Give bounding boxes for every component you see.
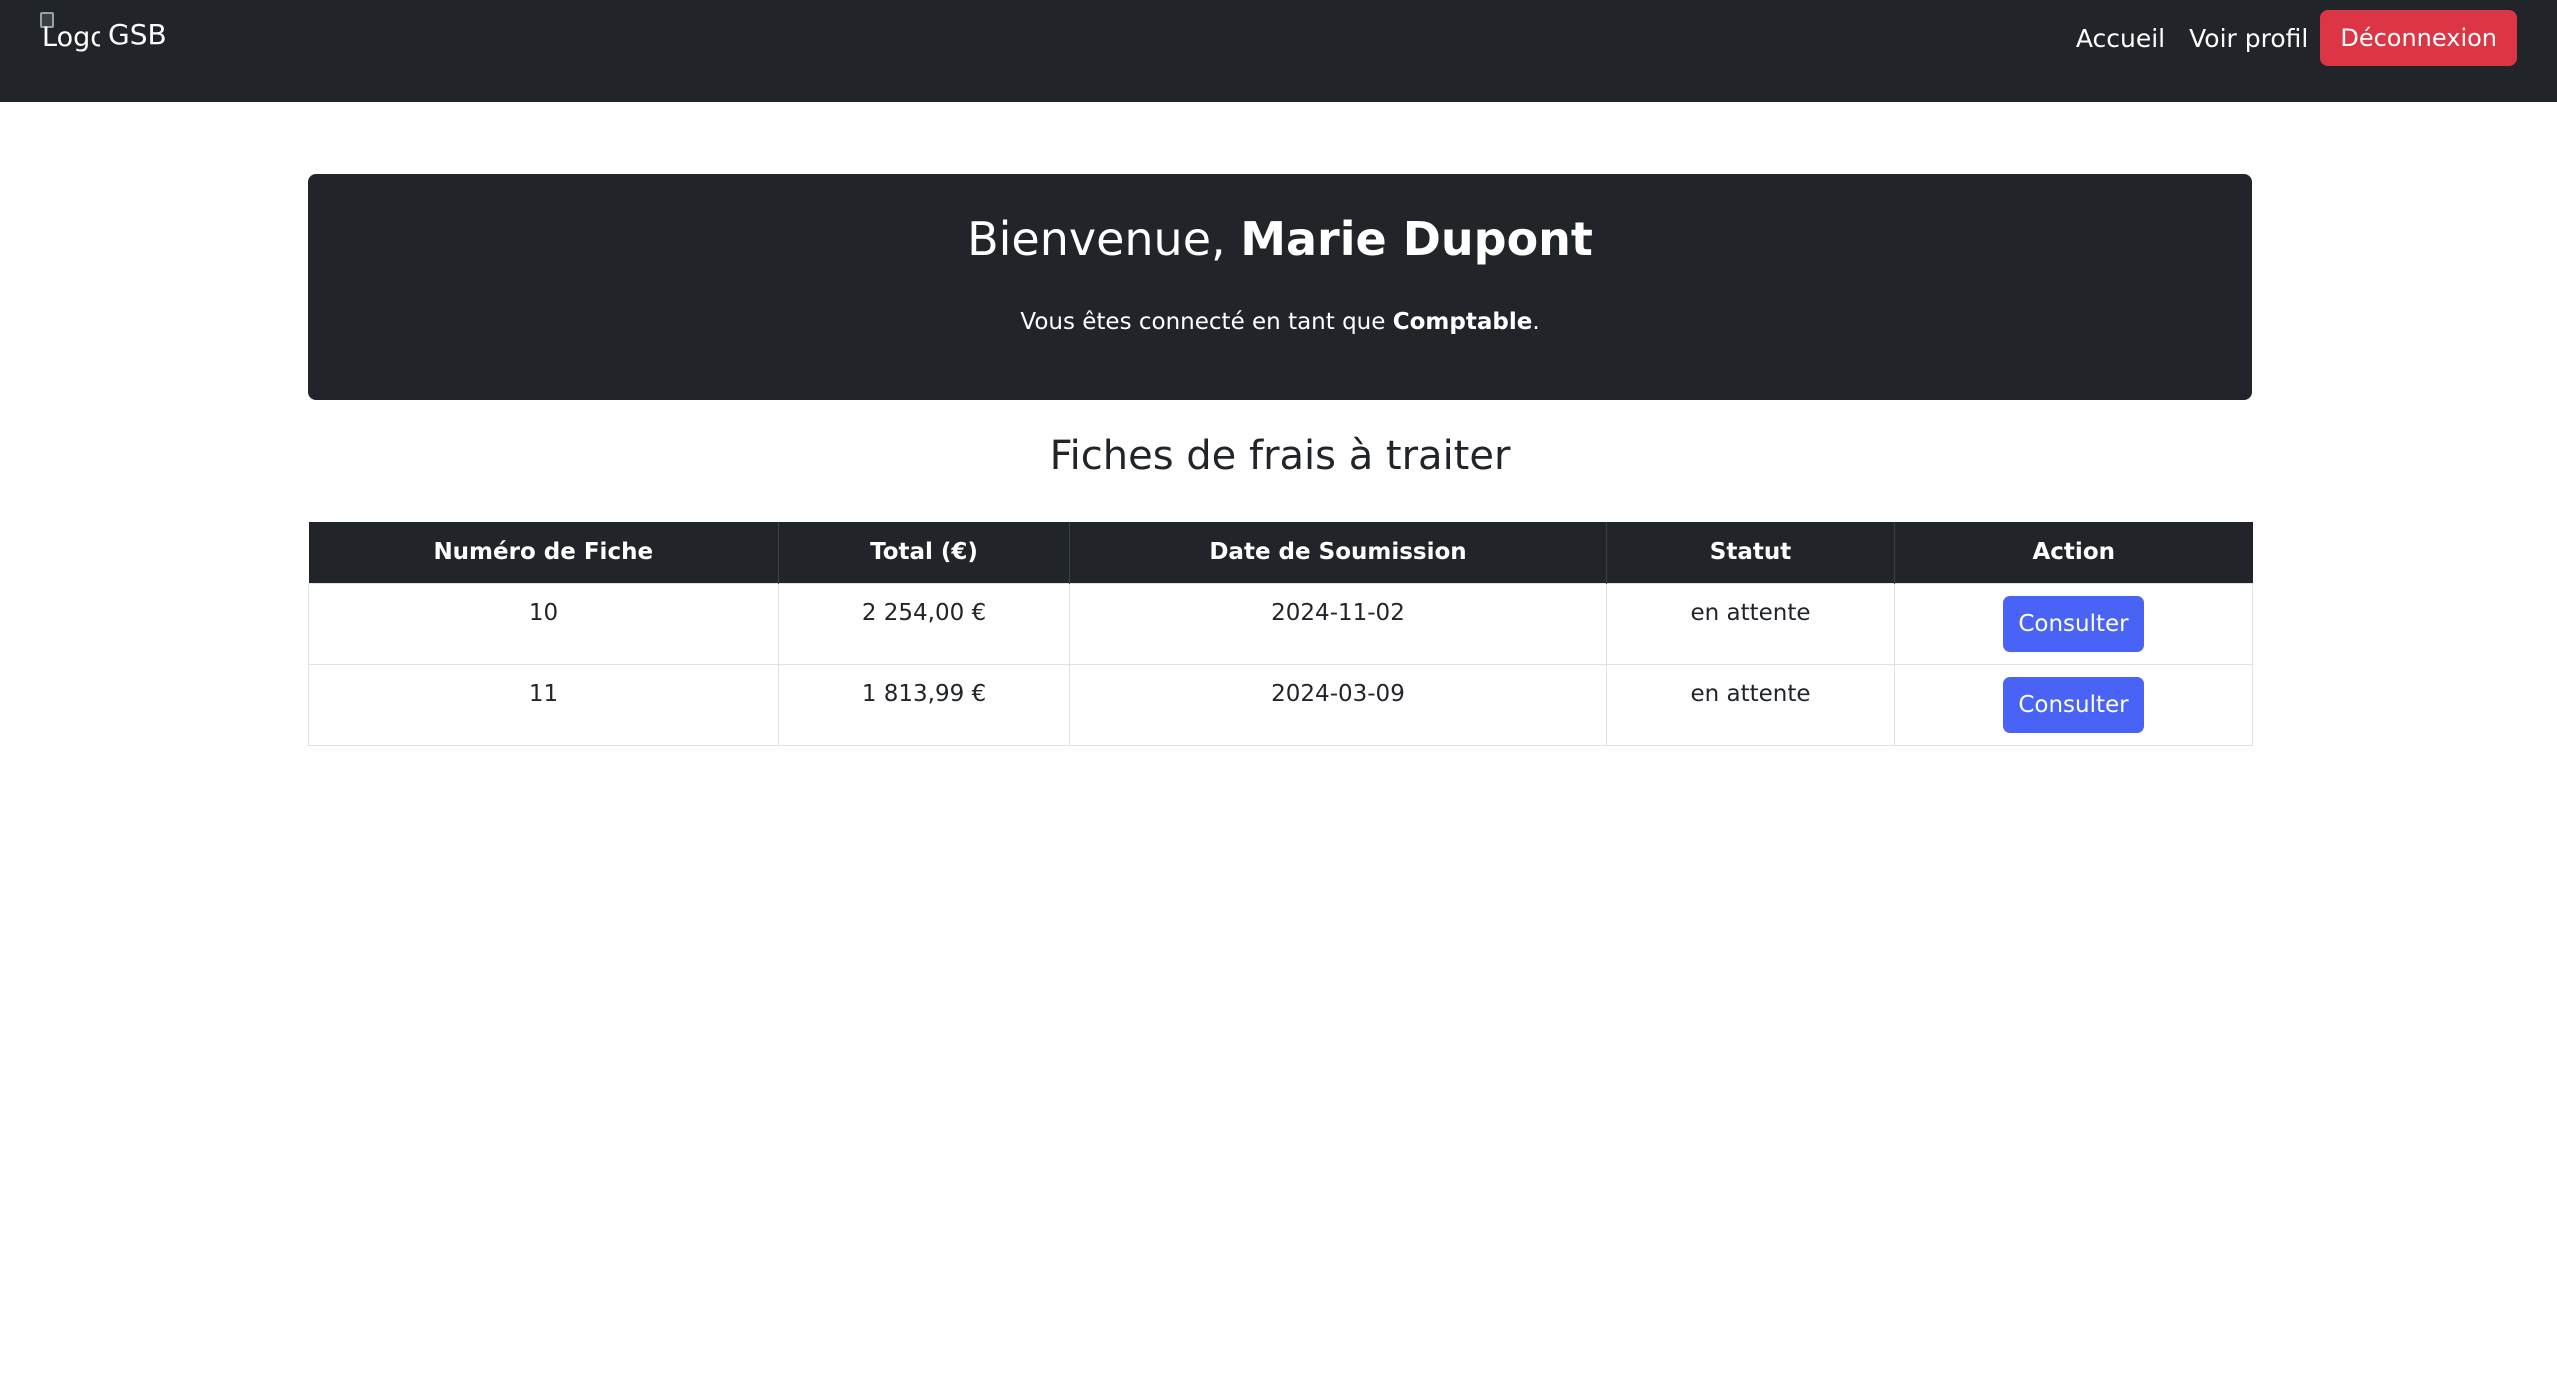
- user-role: Comptable: [1392, 309, 1533, 335]
- consult-button[interactable]: Consulter: [2003, 595, 2144, 652]
- cell-date: 2024-11-02: [1069, 582, 1607, 665]
- logo-alt-text: Logo: [42, 22, 100, 53]
- nav-link-profile[interactable]: Voir profil: [2189, 24, 2308, 53]
- cell-total: 1 813,99 €: [778, 663, 1070, 746]
- welcome-title: Bienvenue, Marie Dupont: [308, 212, 2252, 267]
- cell-date: 2024-03-09: [1069, 663, 1607, 746]
- cell-numero: 10: [308, 582, 779, 665]
- expense-table-container: Numéro de Fiche Total (€) Date de Soumis…: [308, 522, 2253, 746]
- cell-action: Consulter: [1894, 582, 2253, 665]
- role-suffix: .: [1532, 309, 1540, 335]
- table-row: 10 2 254,00 € 2024-11-02 en attente Cons…: [308, 582, 2253, 665]
- section-title: Fiches de frais à traiter: [1049, 433, 1511, 479]
- cell-total: 2 254,00 €: [778, 582, 1070, 665]
- welcome-banner: Bienvenue, Marie Dupont Vous êtes connec…: [308, 174, 2252, 400]
- table-header: Numéro de Fiche Total (€) Date de Soumis…: [308, 522, 2253, 583]
- cell-statut: en attente: [1606, 663, 1895, 746]
- navbar-brand[interactable]: Logo GSB: [40, 12, 167, 60]
- cell-action: Consulter: [1894, 663, 2253, 746]
- role-text: Vous êtes connecté en tant que Comptable…: [308, 306, 2252, 338]
- column-header-statut: Statut: [1606, 522, 1895, 583]
- brand-name: GSB: [108, 18, 167, 51]
- column-header-action: Action: [1894, 522, 2253, 583]
- expense-table: Numéro de Fiche Total (€) Date de Soumis…: [308, 522, 2253, 746]
- navbar: Logo GSB Accueil Voir profil Déconnexion: [0, 0, 2557, 102]
- nav-links: Accueil Voir profil Déconnexion: [2076, 10, 2517, 66]
- role-prefix: Vous êtes connecté en tant que: [1020, 309, 1393, 335]
- user-name: Marie Dupont: [1240, 212, 1593, 266]
- logo-image: Logo: [40, 12, 100, 54]
- column-header-numero: Numéro de Fiche: [308, 522, 779, 583]
- logout-button[interactable]: Déconnexion: [2320, 10, 2517, 66]
- table-row: 11 1 813,99 € 2024-03-09 en attente Cons…: [308, 663, 2253, 746]
- table-header-row: Numéro de Fiche Total (€) Date de Soumis…: [308, 522, 2253, 583]
- consult-button[interactable]: Consulter: [2003, 676, 2144, 733]
- column-header-total: Total (€): [778, 522, 1070, 583]
- welcome-greeting: Bienvenue,: [967, 212, 1241, 266]
- cell-statut: en attente: [1606, 582, 1895, 665]
- nav-link-home[interactable]: Accueil: [2076, 24, 2165, 53]
- cell-numero: 11: [308, 663, 779, 746]
- table-body: 10 2 254,00 € 2024-11-02 en attente Cons…: [308, 582, 2253, 746]
- column-header-date: Date de Soumission: [1069, 522, 1607, 583]
